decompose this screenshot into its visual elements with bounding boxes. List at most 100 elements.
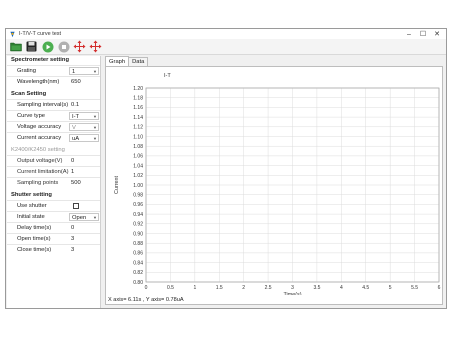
y-tick-label: 1.00 (133, 183, 143, 189)
x-tick-label: 5.5 (411, 285, 418, 291)
y-axis-label: Current (114, 176, 120, 194)
y-tick-label: 1.06 (133, 154, 143, 160)
y-tick-label: 1.04 (133, 163, 143, 169)
voltage-accuracy-value: V (72, 125, 76, 131)
curve-type-label: Curve type (17, 113, 46, 119)
settings-panel: Spectrometer setting Grating 1 ▼ Wavelen… (7, 56, 101, 308)
maximize-button[interactable]: ☐ (416, 29, 430, 39)
delay-time-label: Delay time(s) (17, 225, 52, 231)
current-time-chart[interactable]: I-T 0.80 0.82 0.84 0.86 0.88 0.90 0.92 0.94 0.96 0… (106, 67, 442, 295)
y-tick-label: 0.86 (133, 251, 143, 257)
grating-value: 1 (72, 69, 76, 75)
sampling-interval-row: Sampling interval(s) 0.1 (7, 99, 100, 110)
y-tick-label: 1.08 (133, 144, 143, 150)
grating-row: Grating 1 ▼ (7, 65, 100, 76)
y-tick-label: 0.80 (133, 280, 143, 286)
window-controls: – ☐ ✕ (402, 29, 444, 39)
grating-label: Grating (17, 68, 37, 74)
curve-type-value: I-T (72, 114, 80, 120)
curve-type-select[interactable]: I-T ▼ (69, 112, 99, 120)
tab-data[interactable]: Data (128, 57, 149, 66)
y-tick-label: 0.92 (133, 222, 143, 228)
y-tick-label: 0.98 (133, 193, 143, 199)
x-tick-label: 1 (193, 285, 196, 291)
initial-state-select[interactable]: Open ▼ (69, 213, 99, 221)
sampling-points-row: Sampling points 500 (7, 177, 100, 188)
sampling-points-input[interactable]: 500 (69, 179, 99, 187)
title-bar: I-T/V-T curve test – ☐ ✕ (6, 29, 446, 39)
chevron-down-icon: ▼ (93, 69, 97, 74)
y-tick-label: 0.88 (133, 241, 143, 247)
move-button[interactable] (73, 40, 86, 53)
chevron-down-icon: ▼ (93, 215, 97, 220)
move-arrows-icon (73, 40, 86, 53)
output-voltage-input[interactable]: 0 (69, 157, 99, 165)
y-tick-label: 0.96 (133, 202, 143, 208)
current-accuracy-value: uA (72, 136, 80, 142)
k2400-section-title: K2400/K2450 setting (11, 147, 65, 153)
chevron-down-icon: ▼ (93, 114, 97, 119)
y-tick-label: 1.10 (133, 134, 143, 140)
sampling-points-label: Sampling points (17, 180, 59, 186)
curve-type-row: Curve type I-T ▼ (7, 110, 100, 121)
delay-time-input[interactable]: 0 (69, 224, 99, 232)
current-limitation-input[interactable]: 1 (69, 168, 99, 176)
output-voltage-label: Output voltage(V) (17, 158, 63, 164)
voltage-accuracy-label: Voltage accuracy (17, 124, 62, 130)
open-folder-icon (9, 42, 22, 52)
initial-state-row: Initial state Open ▼ (7, 211, 100, 222)
app-icon (10, 31, 15, 37)
close-button[interactable]: ✕ (430, 29, 444, 39)
shutter-section-title: Shutter setting (11, 192, 52, 198)
y-tick-label: 1.18 (133, 96, 143, 102)
x-tick-label: 3 (291, 285, 294, 291)
y-tick-label: 1.14 (133, 115, 143, 121)
x-tick-label: 4.5 (362, 285, 369, 291)
window-title: I-T/V-T curve test (19, 31, 62, 37)
use-shutter-row: Use shutter (7, 200, 100, 211)
start-button[interactable] (41, 40, 54, 53)
move-button-2[interactable] (89, 40, 102, 53)
grating-select[interactable]: 1 ▼ (69, 67, 99, 75)
open-time-row: Open time(s) 3 (7, 233, 100, 244)
y-tick-label: 1.12 (133, 125, 143, 131)
tab-graph[interactable]: Graph (105, 56, 130, 66)
toolbar (6, 39, 446, 55)
voltage-accuracy-select[interactable]: V ▼ (69, 123, 99, 131)
use-shutter-checkbox[interactable] (73, 203, 79, 209)
minimize-button[interactable]: – (402, 29, 416, 39)
tab-bar: Graph Data (105, 56, 149, 66)
graph-panel: Graph Data I-T 0.80 0.82 0.84 0.86 0.88 0.90 0.… (102, 56, 446, 308)
close-time-input[interactable]: 3 (69, 246, 99, 254)
close-time-label: Close time(s) (17, 247, 52, 253)
stop-button[interactable] (57, 40, 70, 53)
spectrometer-section-title: Spectrometer setting (11, 57, 69, 63)
delay-time-row: Delay time(s) 0 (7, 222, 100, 233)
stop-icon (58, 41, 69, 52)
x-tick-label: 6 (438, 285, 441, 291)
chevron-down-icon: ▼ (93, 136, 97, 141)
voltage-accuracy-row: Voltage accuracy V ▼ (7, 121, 100, 132)
save-button[interactable] (25, 40, 38, 53)
open-button[interactable] (9, 40, 22, 53)
y-tick-label: 0.84 (133, 260, 143, 266)
wavelength-label: Wavelength(nm) (17, 79, 60, 85)
sampling-interval-label: Sampling interval(s) (17, 102, 69, 108)
open-time-input[interactable]: 3 (69, 235, 99, 243)
wavelength-row: Wavelength(nm) 650 (7, 76, 100, 87)
current-accuracy-select[interactable]: uA ▼ (69, 134, 99, 142)
x-tick-label: 0.5 (167, 285, 174, 291)
x-tick-label: 0 (145, 285, 148, 291)
x-axis-label: Time(s) (283, 292, 301, 295)
sampling-interval-input[interactable]: 0.1 (69, 101, 99, 109)
y-tick-label: 0.94 (133, 212, 143, 218)
scan-section-title: Scan Setting (11, 91, 47, 97)
app-window: I-T/V-T curve test – ☐ ✕ Spectrometer se… (5, 28, 447, 309)
current-accuracy-label: Current accuracy (17, 135, 62, 141)
output-voltage-row: Output voltage(V) 0 (7, 155, 100, 166)
wavelength-input[interactable]: 650 (69, 78, 99, 86)
current-limitation-label: Current limitation(A) (17, 169, 69, 175)
close-time-row: Close time(s) 3 (7, 244, 100, 255)
x-tick-label: 5 (389, 285, 392, 291)
move-arrows-icon-2 (89, 40, 102, 53)
